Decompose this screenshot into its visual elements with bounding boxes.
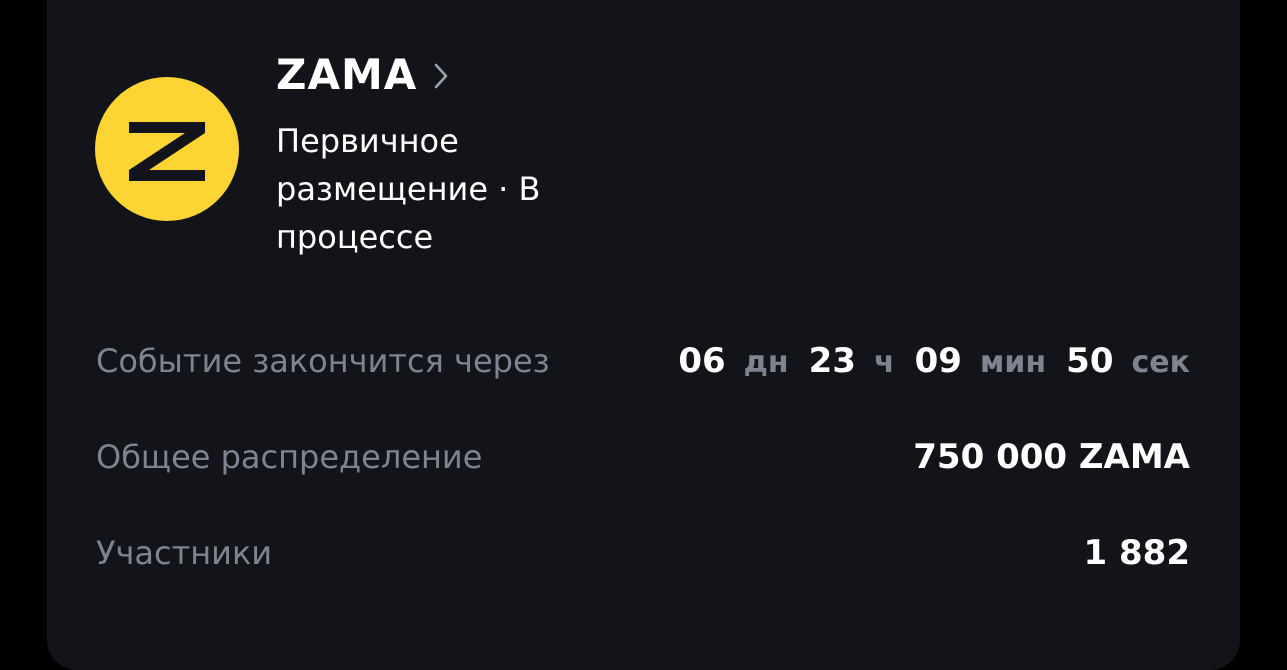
countdown-minutes: 09 <box>914 341 962 381</box>
project-title-link[interactable]: ZAMA <box>276 44 449 104</box>
distribution-label: Общее распределение <box>96 438 483 476</box>
countdown-days: 06 <box>678 341 726 381</box>
participants-value: 1 882 <box>1083 533 1190 573</box>
countdown-timer: 06 дн 23 ч 09 мин 50 сек <box>678 341 1190 383</box>
countdown-hours-unit: ч <box>873 345 895 380</box>
zama-logo <box>95 77 239 221</box>
countdown-seconds: 50 <box>1066 341 1114 381</box>
project-name: ZAMA <box>276 49 418 99</box>
countdown-days-unit: дн <box>743 345 789 380</box>
countdown-label: Событие закончится через <box>96 342 550 380</box>
distribution-value: 750 000 ZAMA <box>913 437 1190 477</box>
zama-logo-icon <box>129 122 205 181</box>
countdown-minutes-unit: мин <box>979 345 1047 380</box>
countdown-seconds-unit: сек <box>1131 345 1191 380</box>
countdown-hours: 23 <box>808 341 856 381</box>
project-status: Первичное размещение · В процессе <box>276 122 541 256</box>
participants-label: Участники <box>96 534 273 572</box>
chevron-right-icon <box>434 63 448 89</box>
